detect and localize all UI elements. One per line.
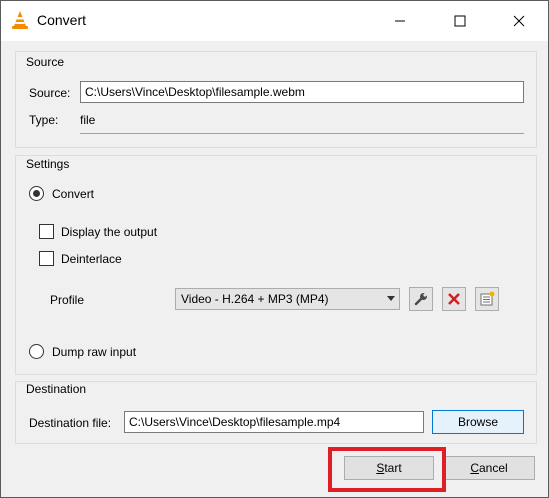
- display-output-checkbox[interactable]: [39, 224, 54, 239]
- profile-selected: Video - H.264 + MP3 (MP4): [181, 292, 329, 306]
- dump-raw-radio[interactable]: [29, 344, 44, 359]
- window-title: Convert: [37, 12, 87, 28]
- type-label: Type:: [29, 113, 59, 127]
- maximize-button[interactable]: [437, 1, 483, 41]
- wrench-icon: [414, 293, 427, 306]
- destination-file-label: Destination file:: [29, 416, 112, 430]
- deinterlace-checkbox[interactable]: [39, 251, 54, 266]
- settings-group-title: Settings: [26, 157, 70, 171]
- dump-raw-label: Dump raw input: [52, 345, 137, 359]
- profile-label: Profile: [50, 293, 85, 307]
- profile-dropdown[interactable]: Video - H.264 + MP3 (MP4): [175, 288, 400, 310]
- source-path-field[interactable]: C:\Users\Vince\Desktop\filesample.webm: [80, 81, 524, 103]
- cancel-label: Cancel: [470, 461, 508, 475]
- convert-label: Convert: [52, 187, 95, 201]
- deinterlace-label: Deinterlace: [61, 252, 122, 266]
- minimize-icon: [395, 20, 405, 22]
- browse-label: Browse: [457, 415, 498, 429]
- close-button[interactable]: [496, 1, 542, 41]
- delete-profile-button[interactable]: [442, 287, 466, 311]
- start-highlight-annotation: [328, 447, 446, 492]
- minimize-button[interactable]: [377, 1, 423, 41]
- destination-file-field[interactable]: C:\Users\Vince\Desktop\filesample.mp4: [124, 411, 424, 433]
- edit-profile-button[interactable]: [409, 287, 433, 311]
- convert-dialog: Convert Source Source: C:\Users\Vince\De…: [0, 0, 549, 498]
- title-bar: Convert: [1, 1, 548, 41]
- settings-group: Settings Convert Display the output Dein…: [15, 155, 537, 375]
- display-output-label: Display the output: [61, 225, 158, 239]
- vlc-cone-icon: [11, 10, 29, 30]
- source-divider: [80, 133, 524, 134]
- convert-radio[interactable]: [29, 186, 44, 201]
- destination-group-title: Destination: [26, 382, 87, 396]
- new-profile-icon: [480, 291, 495, 306]
- maximize-icon: [454, 15, 466, 27]
- source-group-title: Source: [26, 55, 65, 69]
- source-group: Source Source: C:\Users\Vince\Desktop\fi…: [15, 51, 537, 148]
- delete-icon: [448, 293, 460, 305]
- source-label: Source:: [29, 86, 71, 100]
- browse-button[interactable]: Browse: [432, 410, 524, 434]
- type-value: file: [80, 113, 96, 127]
- dropdown-arrow-icon: [387, 296, 395, 301]
- destination-group: Destination Destination file: C:\Users\V…: [15, 381, 537, 444]
- new-profile-button[interactable]: [475, 287, 499, 311]
- close-icon: [513, 15, 525, 27]
- cancel-button[interactable]: Cancel: [443, 456, 535, 480]
